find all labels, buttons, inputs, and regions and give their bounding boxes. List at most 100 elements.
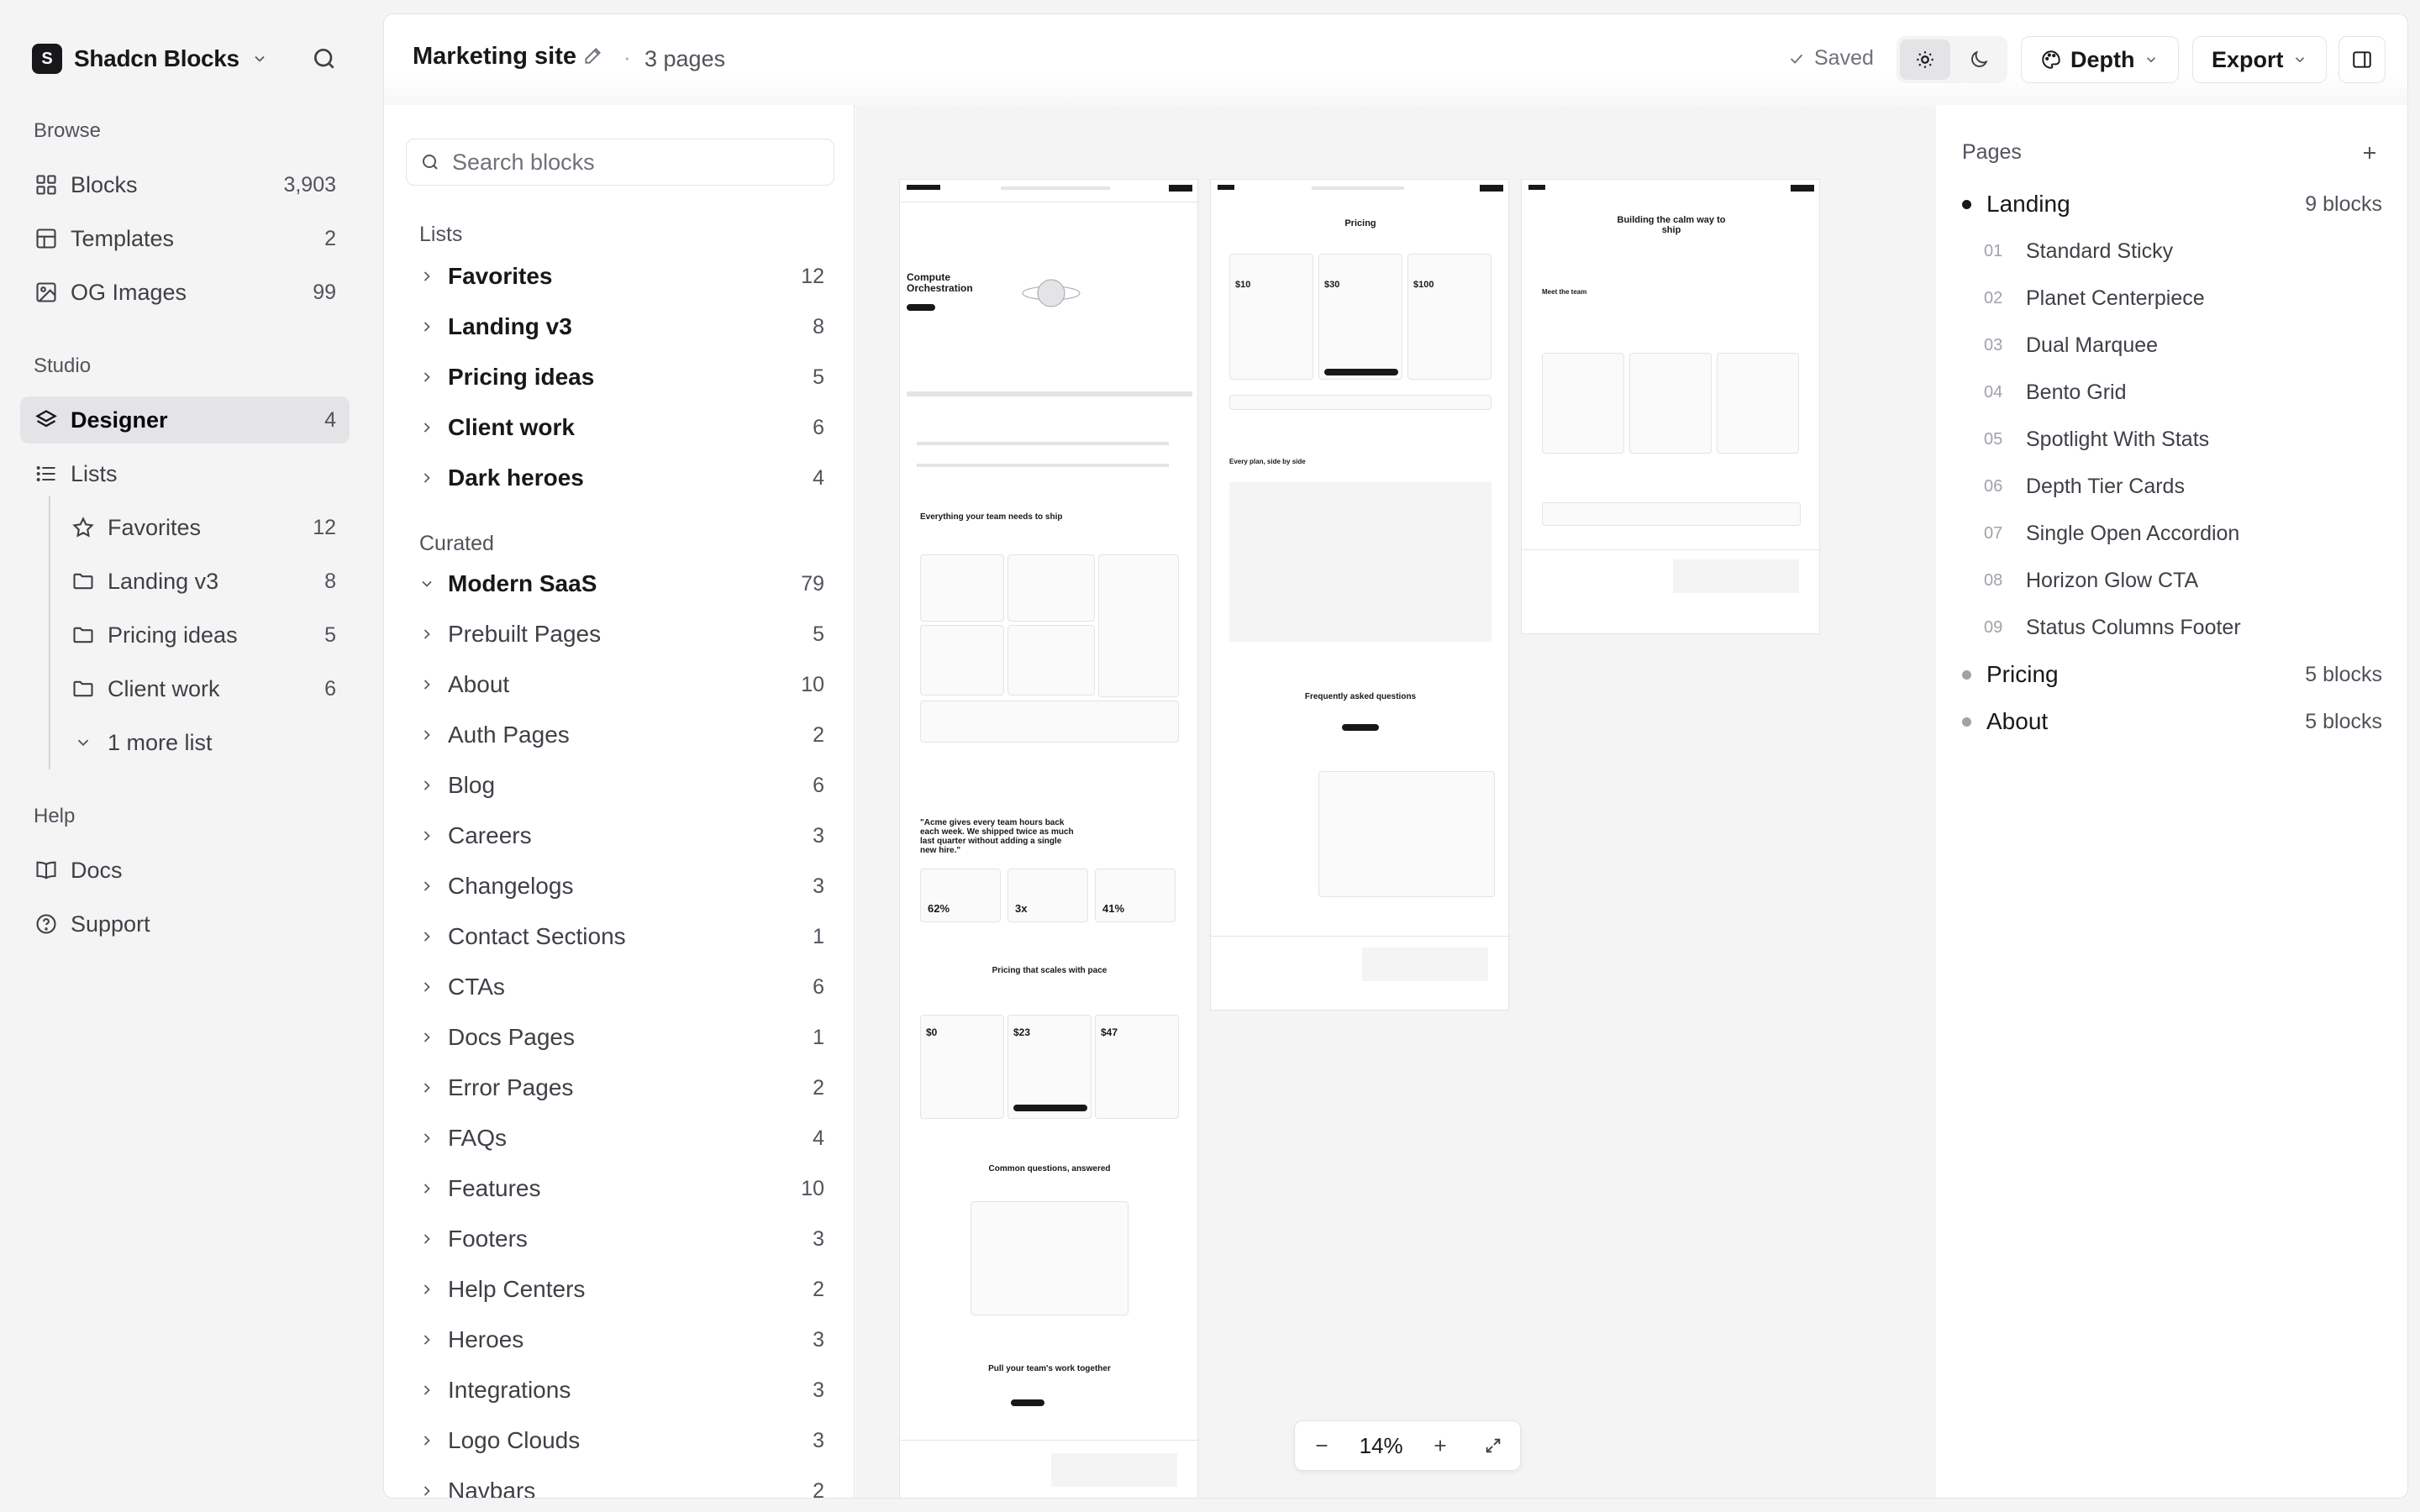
browser-category-row[interactable]: Integrations 3 bbox=[406, 1368, 834, 1412]
page-block-row[interactable]: 09 Status Columns Footer bbox=[1962, 606, 2382, 649]
preview-team-card bbox=[1717, 353, 1799, 454]
browser-category-row[interactable]: About 10 bbox=[406, 663, 834, 706]
browser-list-row[interactable]: Favorites 12 bbox=[406, 255, 834, 298]
browser-category-row[interactable]: Error Pages 2 bbox=[406, 1066, 834, 1110]
depth-dropdown[interactable]: Depth bbox=[2021, 36, 2179, 83]
sidebar-list-pricing-ideas[interactable]: Pricing ideas 5 bbox=[57, 612, 350, 659]
browser-category-row[interactable]: Careers 3 bbox=[406, 814, 834, 858]
page-block-row[interactable]: 05 Spotlight With Stats bbox=[1962, 417, 2382, 461]
page-preview-landing[interactable]: Compute Orchestration Everything your te… bbox=[899, 179, 1199, 1498]
preview-price-button bbox=[1013, 1105, 1087, 1111]
page-block-row[interactable]: 02 Planet Centerpiece bbox=[1962, 276, 2382, 320]
depth-label: Depth bbox=[2070, 46, 2135, 72]
browser-category-row[interactable]: Prebuilt Pages 5 bbox=[406, 612, 834, 656]
sidebar-more-lists[interactable]: 1 more list bbox=[57, 719, 350, 766]
browser-row-label: Error Pages bbox=[448, 1074, 574, 1100]
browser-list-row[interactable]: Pricing ideas 5 bbox=[406, 355, 834, 399]
sidebar-item-label: Favorites bbox=[108, 514, 202, 540]
browser-category-row[interactable]: Navbars 2 bbox=[406, 1469, 834, 1499]
block-number: 08 bbox=[1984, 570, 2003, 590]
page-preview-pricing[interactable]: Pricing $10 $30 $100 Every plan, side by… bbox=[1210, 179, 1510, 1011]
zoom-out-button[interactable] bbox=[1307, 1431, 1337, 1461]
block-search[interactable] bbox=[406, 139, 834, 186]
workspace-switcher[interactable]: S Shadcn Blocks bbox=[32, 40, 268, 77]
app-sidebar: S Shadcn Blocks Browse Blocks 3,903 Temp… bbox=[0, 0, 380, 1512]
browser-category-row[interactable]: Features 10 bbox=[406, 1167, 834, 1210]
page-block-row[interactable]: 04 Bento Grid bbox=[1962, 370, 2382, 414]
sidebar-item-templates[interactable]: Templates 2 bbox=[20, 215, 350, 262]
sidebar-toggle-icon[interactable] bbox=[2338, 36, 2386, 83]
page-block-row[interactable]: 07 Single Open Accordion bbox=[1962, 512, 2382, 555]
page-block-row[interactable]: 03 Dual Marquee bbox=[1962, 323, 2382, 367]
chevron-right-icon bbox=[418, 675, 436, 694]
block-search-input[interactable] bbox=[452, 149, 834, 176]
sidebar-item-support[interactable]: Support bbox=[20, 900, 350, 948]
browser-category-row[interactable]: Blog 6 bbox=[406, 764, 834, 807]
sidebar-list-landing-v3[interactable]: Landing v3 8 bbox=[57, 558, 350, 605]
browser-row-label: Help Centers bbox=[448, 1276, 586, 1302]
fit-to-screen-button[interactable] bbox=[1478, 1431, 1508, 1461]
page-row[interactable]: Pricing 5 blocks bbox=[1962, 653, 2382, 696]
help-section-label: Help bbox=[34, 805, 76, 827]
zoom-in-button[interactable] bbox=[1425, 1431, 1455, 1461]
sun-icon[interactable] bbox=[1900, 39, 1950, 80]
block-number: 09 bbox=[1984, 617, 2003, 637]
page-row[interactable]: About 5 blocks bbox=[1962, 700, 2382, 743]
browser-list-row[interactable]: Landing v3 8 bbox=[406, 305, 834, 349]
browser-row-label: FAQs bbox=[448, 1125, 508, 1151]
search-icon[interactable] bbox=[308, 42, 341, 76]
preview-price-card: $47 bbox=[1095, 1015, 1179, 1119]
browser-category-row[interactable]: Contact Sections 1 bbox=[406, 915, 834, 958]
browser-row-count: 6 bbox=[813, 415, 824, 439]
page-preview-about[interactable]: Building the calm way to ship Meet the t… bbox=[1521, 179, 1821, 634]
pencil-icon[interactable] bbox=[582, 45, 608, 70]
browser-category-row[interactable]: Changelogs 3 bbox=[406, 864, 834, 908]
document-title[interactable]: Marketing site bbox=[413, 43, 576, 71]
browser-row-label: Features bbox=[448, 1175, 541, 1201]
browser-category-row[interactable]: Heroes 3 bbox=[406, 1318, 834, 1362]
preview-footer-divider bbox=[900, 1440, 1199, 1441]
designer-topbar: Marketing site · 3 pages Saved Depth Exp… bbox=[384, 14, 2407, 103]
moon-icon[interactable] bbox=[1954, 39, 2004, 80]
browser-category-row[interactable]: CTAs 6 bbox=[406, 965, 834, 1009]
sidebar-list-client-work[interactable]: Client work 6 bbox=[57, 665, 350, 712]
title-separator: · bbox=[623, 45, 631, 70]
zoom-level: 14% bbox=[1359, 1432, 1403, 1458]
browser-category-row[interactable]: Logo Clouds 3 bbox=[406, 1419, 834, 1462]
page-block-row[interactable]: 06 Depth Tier Cards bbox=[1962, 465, 2382, 508]
sidebar-item-designer[interactable]: Designer 4 bbox=[20, 396, 350, 444]
design-canvas[interactable]: Compute Orchestration Everything your te… bbox=[855, 105, 1936, 1498]
help-circle-icon bbox=[34, 911, 59, 937]
page-block-row[interactable]: 01 Standard Sticky bbox=[1962, 229, 2382, 273]
preview-bento-card bbox=[920, 625, 1004, 696]
browser-list-row[interactable]: Client work 6 bbox=[406, 406, 834, 449]
preview-price: $47 bbox=[1101, 1026, 1118, 1038]
browser-category-row[interactable]: Auth Pages 2 bbox=[406, 713, 834, 757]
browser-category-row[interactable]: Modern SaaS 79 bbox=[406, 562, 834, 606]
chevron-right-icon bbox=[418, 318, 436, 336]
add-page-button[interactable] bbox=[2357, 140, 2382, 165]
browser-list-row[interactable]: Dark heroes 4 bbox=[406, 456, 834, 500]
browser-category-row[interactable]: Footers 3 bbox=[406, 1217, 834, 1261]
browser-row-label: CTAs bbox=[448, 974, 505, 1000]
browser-category-row[interactable]: Help Centers 2 bbox=[406, 1268, 834, 1311]
sidebar-item-blocks[interactable]: Blocks 3,903 bbox=[20, 161, 350, 208]
sidebar-item-lists[interactable]: Lists bbox=[20, 450, 350, 497]
page-block-row[interactable]: 08 Horizon Glow CTA bbox=[1962, 559, 2382, 602]
browser-row-count: 2 bbox=[813, 1478, 824, 1499]
preview-accordion bbox=[1318, 771, 1495, 897]
export-dropdown[interactable]: Export bbox=[2192, 36, 2327, 83]
preview-banner bbox=[1229, 395, 1491, 410]
page-row[interactable]: Landing 9 blocks bbox=[1962, 182, 2382, 226]
sidebar-item-og-images[interactable]: OG Images 99 bbox=[20, 269, 350, 316]
browser-row-count: 4 bbox=[813, 1126, 824, 1150]
chevron-right-icon bbox=[418, 368, 436, 386]
chevron-right-icon bbox=[418, 1280, 436, 1299]
browser-category-row[interactable]: FAQs 4 bbox=[406, 1116, 834, 1160]
sidebar-item-docs[interactable]: Docs bbox=[20, 847, 350, 894]
browser-category-row[interactable]: Docs Pages 1 bbox=[406, 1016, 834, 1059]
sidebar-list-favorites[interactable]: Favorites 12 bbox=[57, 504, 350, 551]
preview-footer-columns bbox=[1051, 1453, 1177, 1487]
preview-bento-card bbox=[1007, 625, 1095, 696]
block-number: 02 bbox=[1984, 288, 2003, 307]
